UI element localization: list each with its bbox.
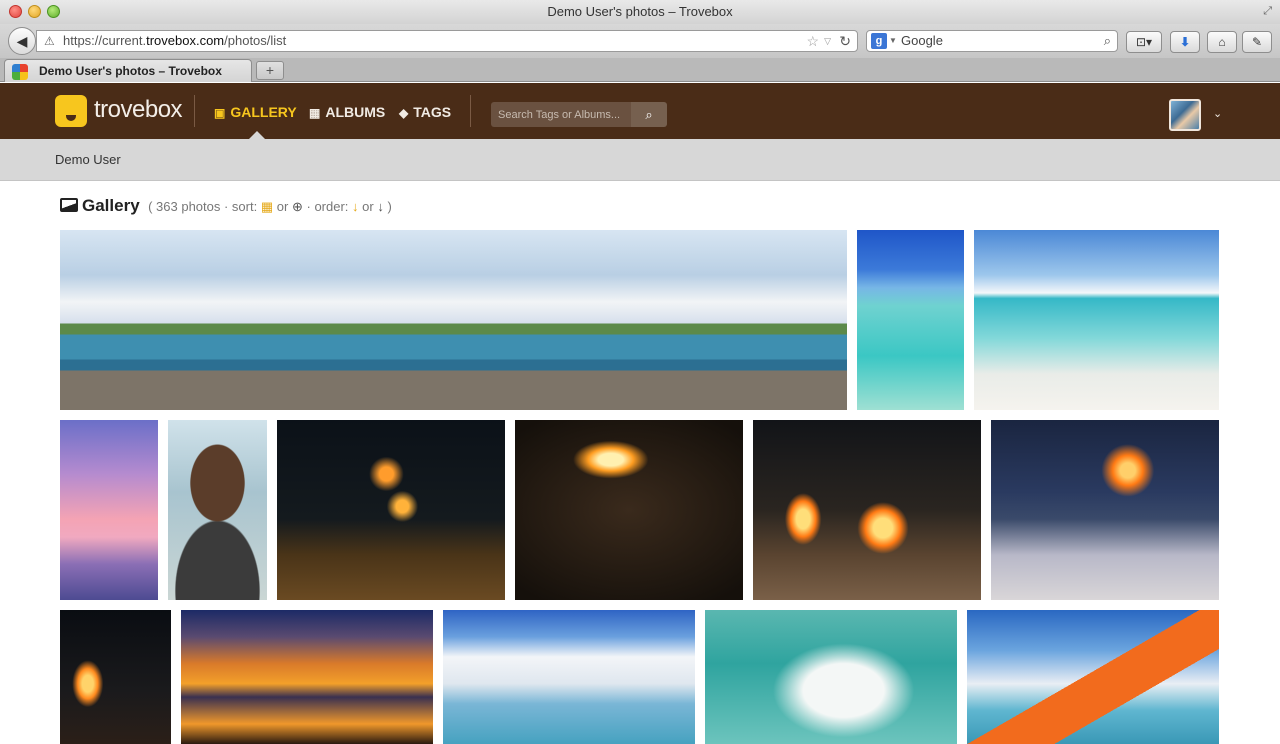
back-arrow-icon: ◀ — [16, 33, 28, 49]
window-titlebar: Demo User's photos – Trovebox ⤢ — [0, 0, 1280, 24]
url-host: trovebox.com — [146, 33, 225, 48]
close-paren: ) — [387, 199, 392, 214]
trovebox-logo-icon[interactable] — [55, 95, 87, 127]
fullscreen-icon[interactable]: ⤢ — [1263, 4, 1272, 18]
nav-tags[interactable]: ◆ TAGS — [399, 104, 451, 121]
url-bar[interactable]: ⚠ https://current.trovebox.com/photos/li… — [36, 30, 858, 52]
photo-thumbnail-beach-fire[interactable] — [753, 420, 981, 600]
search-icon: ⌕ — [645, 107, 653, 122]
or-text: or — [276, 199, 289, 214]
picture-icon — [60, 198, 78, 212]
photo-thumbnail-purple-sunset[interactable] — [60, 420, 158, 600]
order-text: · order: — [306, 199, 349, 214]
photo-thumbnail-bay-panorama[interactable] — [60, 230, 847, 410]
nav-albums[interactable]: ▦ ALBUMS — [309, 104, 385, 121]
tab-title: Demo User's photos – Trovebox — [39, 64, 222, 78]
photo-thumbnail-turquoise-cove[interactable] — [857, 230, 964, 410]
picture-icon: ▣ — [214, 106, 226, 120]
downloads-button[interactable]: ⬇ — [1170, 31, 1200, 53]
warning-icon: ⚠ — [44, 34, 55, 48]
history-dropdown-icon[interactable]: ▽ — [824, 31, 831, 51]
home-icon: ⌂ — [1218, 35, 1226, 49]
photo-thumbnail-fire-torch[interactable] — [515, 420, 743, 600]
browser-toolbar: ◀ ⚠ https://current.trovebox.com/photos/… — [0, 24, 1280, 58]
photo-thumbnail-orange-sunset[interactable] — [181, 610, 433, 744]
download-icon: ⬇ — [1179, 35, 1191, 49]
search-engine-dropdown-icon[interactable]: ▼ — [889, 31, 897, 51]
bookmark-star-icon[interactable]: ☆ — [806, 31, 819, 51]
user-subheader: Demo User — [0, 139, 1280, 181]
close-window-button[interactable] — [9, 5, 22, 18]
search-icon[interactable]: ⌕ — [1104, 31, 1111, 51]
nav-gallery[interactable]: ▣ GALLERY — [214, 104, 297, 121]
back-button[interactable]: ◀ — [8, 27, 36, 55]
sort-by-date-icon[interactable]: ▦ — [261, 199, 273, 214]
gallery-meta: ( 363 photos · sort: ▦ or ⊕ · order: ↓ o… — [148, 199, 392, 214]
photo-thumbnail-swimmer[interactable] — [443, 610, 695, 744]
trovebox-favicon-icon — [12, 64, 28, 80]
photo-thumbnail-fire-dancer[interactable] — [277, 420, 505, 600]
photo-count: ( 363 photos · sort: — [148, 199, 258, 214]
page-title: Gallery — [82, 196, 140, 215]
tab-bar: Demo User's photos – Trovebox + — [0, 58, 1280, 82]
wrench-icon: ✎ — [1251, 35, 1263, 49]
tab-active[interactable]: Demo User's photos – Trovebox — [4, 59, 252, 82]
logo-text[interactable]: trovebox — [94, 96, 183, 124]
home-button[interactable]: ⌂ — [1207, 31, 1237, 53]
site-search-button[interactable]: ⌕ — [631, 102, 667, 127]
minimize-window-button[interactable] — [28, 5, 41, 18]
reload-icon[interactable]: ↻ — [839, 31, 851, 51]
user-name-link[interactable]: Demo User — [55, 152, 121, 167]
zoom-window-button[interactable] — [47, 5, 60, 18]
gallery-heading: Gallery ( 363 photos · sort: ▦ or ⊕ · or… — [60, 196, 392, 218]
active-nav-indicator — [249, 131, 265, 139]
header-divider — [470, 95, 471, 127]
photo-thumbnail-skimboarder[interactable] — [705, 610, 957, 744]
extension-button[interactable]: ⊡▾ — [1126, 31, 1162, 53]
order-descending-icon[interactable]: ↓ — [377, 199, 384, 214]
order-ascending-icon[interactable]: ↓ — [352, 199, 359, 214]
url-path: /photos/list — [224, 33, 287, 48]
tools-button[interactable]: ✎ — [1242, 31, 1272, 53]
photo-thumbnail-portrait[interactable] — [168, 420, 267, 600]
photo-thumbnail-white-beach[interactable] — [974, 230, 1219, 410]
sort-by-upload-icon[interactable]: ⊕ — [292, 199, 303, 214]
photo-thumbnail-sailboat[interactable] — [967, 610, 1219, 744]
url-prefix: https://current. — [63, 33, 147, 48]
window-title: Demo User's photos – Trovebox — [547, 4, 733, 19]
google-icon[interactable]: g — [871, 33, 887, 49]
extension-icon: ⊡▾ — [1135, 35, 1153, 49]
nav-gallery-label: GALLERY — [230, 104, 297, 120]
new-tab-button[interactable]: + — [256, 61, 284, 80]
nav-tags-label: TAGS — [413, 104, 452, 120]
photo-thumbnail-fire-spinner[interactable] — [60, 610, 171, 744]
chevron-down-icon[interactable]: ⌄ — [1213, 107, 1222, 120]
nav-albums-label: ALBUMS — [325, 104, 386, 120]
grid-icon: ▦ — [309, 106, 321, 120]
photo-thumbnail-fire-show[interactable] — [991, 420, 1219, 600]
search-engine-label: Google — [901, 33, 943, 48]
browser-search-bar[interactable]: g ▼ Google ⌕ — [866, 30, 1118, 52]
site-search-input[interactable] — [491, 102, 631, 127]
tag-icon: ◆ — [399, 106, 409, 120]
header-divider — [194, 95, 195, 127]
avatar[interactable] — [1169, 99, 1201, 131]
or-text: or — [362, 199, 374, 214]
